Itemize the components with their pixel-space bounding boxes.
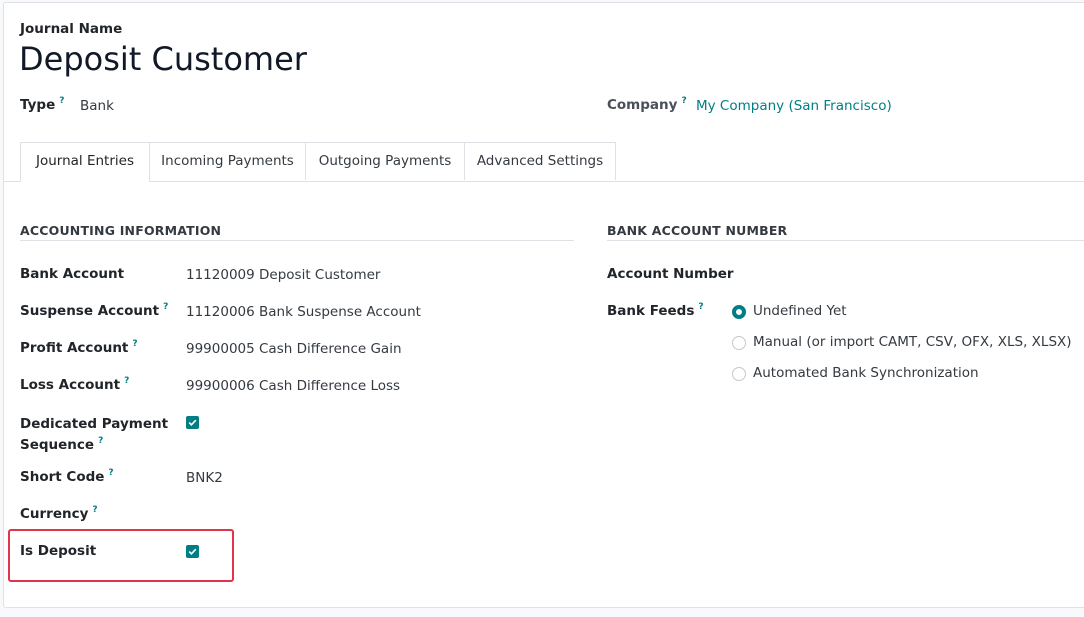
help-icon[interactable]: ? — [132, 339, 137, 349]
bank-account-label: Bank Account — [20, 266, 125, 282]
help-icon[interactable]: ? — [698, 302, 703, 312]
help-icon[interactable]: ? — [124, 376, 129, 386]
radio-manual-import[interactable] — [732, 336, 746, 350]
suspense-account-value[interactable]: 11120006 Bank Suspense Account — [186, 304, 421, 320]
currency-label: Currency? — [20, 505, 98, 522]
check-icon — [188, 548, 197, 555]
help-icon[interactable]: ? — [92, 505, 97, 515]
bank-account-value[interactable]: 11120009 Deposit Customer — [186, 267, 380, 283]
option-undefined-yet[interactable]: Undefined Yet — [753, 303, 847, 319]
notebook-tabs: Journal Entries Incoming Payments Outgoi… — [4, 142, 1084, 182]
short-code-value[interactable]: BNK2 — [186, 470, 223, 486]
loss-account-label: Loss Account? — [20, 376, 130, 393]
help-icon[interactable]: ? — [59, 96, 64, 106]
short-code-label: Short Code? — [20, 468, 114, 485]
profit-account-value[interactable]: 99900005 Cash Difference Gain — [186, 341, 402, 357]
option-manual-import[interactable]: Manual (or import CAMT, CSV, OFX, XLS, X… — [753, 334, 1072, 350]
tab-journal-entries[interactable]: Journal Entries — [20, 142, 150, 182]
is-deposit-label: Is Deposit — [20, 543, 97, 559]
journal-name-label: Journal Name — [20, 21, 123, 37]
bank-feeds-label: Bank Feeds? — [607, 302, 704, 319]
option-automated-sync[interactable]: Automated Bank Synchronization — [753, 365, 979, 381]
help-icon[interactable]: ? — [98, 436, 103, 446]
help-icon[interactable]: ? — [681, 96, 686, 106]
dedicated-sequence-checkbox[interactable] — [186, 416, 199, 429]
radio-undefined-yet[interactable] — [732, 305, 746, 319]
account-number-label: Account Number — [607, 266, 734, 282]
type-value[interactable]: Bank — [80, 98, 114, 114]
tab-advanced-settings[interactable]: Advanced Settings — [464, 142, 616, 180]
accounting-section-title: ACCOUNTING INFORMATION — [20, 223, 222, 238]
tab-outgoing-payments[interactable]: Outgoing Payments — [305, 142, 465, 180]
tab-incoming-payments[interactable]: Incoming Payments — [149, 142, 306, 180]
journal-name-field[interactable]: Deposit Customer — [19, 40, 307, 78]
company-link[interactable]: My Company (San Francisco) — [696, 98, 892, 114]
section-divider — [20, 240, 574, 241]
check-icon — [188, 419, 197, 426]
profit-account-label: Profit Account? — [20, 339, 138, 356]
suspense-account-label: Suspense Account? — [20, 302, 169, 319]
radio-automated-sync[interactable] — [732, 367, 746, 381]
help-icon[interactable]: ? — [163, 302, 168, 312]
dedicated-sequence-label: Dedicated Payment Sequence? — [20, 416, 169, 453]
bank-section-title: BANK ACCOUNT NUMBER — [607, 223, 788, 238]
loss-account-value[interactable]: 99900006 Cash Difference Loss — [186, 378, 400, 394]
section-divider — [607, 240, 1084, 241]
type-label: Type? — [20, 96, 65, 113]
help-icon[interactable]: ? — [108, 468, 113, 478]
is-deposit-checkbox[interactable] — [186, 545, 199, 558]
company-label: Company? — [607, 96, 687, 113]
